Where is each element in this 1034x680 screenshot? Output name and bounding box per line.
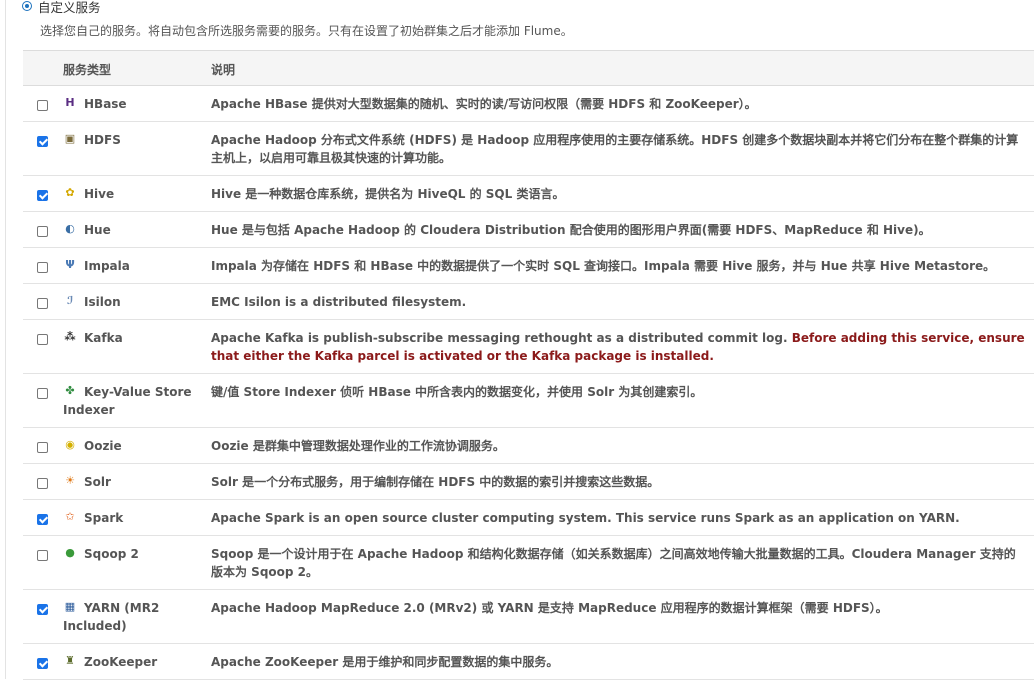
- service-checkbox[interactable]: [37, 478, 48, 489]
- service-description-text: Sqoop 是一个设计用于在 Apache Hadoop 和结构化数据存储（如关…: [211, 547, 1016, 579]
- hdfs-icon: ▣: [64, 131, 76, 145]
- table-row: HBase H Apache HBase 提供对大型数据集的随机、实时的读/写访问权…: [23, 86, 1034, 122]
- oozie-icon: ◉: [65, 437, 75, 451]
- service-name: Isilon: [84, 295, 121, 309]
- table-row: YARN (MR2 Included) ▦ Apache Hadoop MapRed…: [23, 590, 1034, 644]
- table-row: ZooKeeper ♜ Apache ZooKeeper 是用于维护和同步配置数据的…: [23, 644, 1034, 680]
- service-name: Kafka: [84, 331, 123, 345]
- service-description: EMC Isilon is a distributed filesystem.: [211, 293, 1026, 311]
- service-checkbox[interactable]: [37, 514, 48, 525]
- left-border: [5, 0, 6, 679]
- service-name: Hive: [84, 187, 115, 201]
- service-description: Oozie 是群集中管理数据处理作业的工作流协调服务。: [211, 437, 1026, 455]
- service-name: Hue: [84, 223, 111, 237]
- column-header-description: 说明: [211, 63, 236, 77]
- service-description: Hive 是一种数据仓库系统，提供名为 HiveQL 的 SQL 类语言。: [211, 185, 1026, 203]
- yarn-icon: ▦: [64, 599, 76, 613]
- table-row: Solr ☀ Solr 是一个分布式服务，用于编制存储在 HDFS 中的数据的索引并…: [23, 464, 1034, 500]
- table-row: Sqoop 2 ● Sqoop 是一个设计用于在 Apache Hadoop 和结构…: [23, 536, 1034, 590]
- impala-icon: Ψ: [65, 257, 75, 271]
- service-name: ZooKeeper: [84, 655, 158, 669]
- service-checkbox[interactable]: [37, 334, 48, 345]
- table-header: 服务类型 说明: [23, 51, 1034, 86]
- key-value-store-icon: ✤: [65, 383, 75, 397]
- table-row: Hue ◐ Hue 是与包括 Apache Hadoop 的 Cloudera Di…: [23, 212, 1034, 248]
- service-checkbox[interactable]: [37, 136, 48, 147]
- service-description-text: Solr 是一个分布式服务，用于编制存储在 HDFS 中的数据的索引并搜索这些数…: [211, 475, 660, 489]
- service-checkbox[interactable]: [37, 604, 48, 615]
- custom-services-description: 选择您自己的服务。将自动包含所选服务需要的服务。只有在设置了初始群集之后才能添加…: [40, 24, 573, 38]
- table-row: Oozie ◉ Oozie 是群集中管理数据处理作业的工作流协调服务。: [23, 428, 1034, 464]
- hue-icon: ◐: [65, 221, 75, 235]
- solr-icon: ☀: [65, 473, 75, 487]
- service-description-text: Apache Hadoop MapReduce 2.0 (MRv2) 或 YAR…: [211, 601, 888, 615]
- table-row: Key-Value Store Indexer ✤ 键/值 Store Indexe…: [23, 374, 1034, 428]
- service-name: Key-Value Store Indexer: [63, 385, 192, 417]
- service-checkbox[interactable]: [37, 442, 48, 453]
- service-checkbox[interactable]: [37, 550, 48, 561]
- table-row: Spark ✩ Apache Spark is an open source clu…: [23, 500, 1034, 536]
- service-name: HBase: [84, 97, 127, 111]
- service-name: HDFS: [84, 133, 121, 147]
- service-description-text: Hive 是一种数据仓库系统，提供名为 HiveQL 的 SQL 类语言。: [211, 187, 565, 201]
- service-description-text: Hue 是与包括 Apache Hadoop 的 Cloudera Distri…: [211, 223, 931, 237]
- service-name: YARN (MR2 Included): [63, 601, 160, 633]
- service-description-text: 键/值 Store Indexer 侦听 HBase 中所含表内的数据变化，并使…: [211, 385, 703, 399]
- sqoop-icon: ●: [65, 545, 75, 559]
- service-name: Solr: [84, 475, 111, 489]
- custom-services-option[interactable]: 自定义服务: [22, 0, 101, 15]
- isilon-icon: ℐ: [66, 293, 74, 307]
- service-description: Apache HBase 提供对大型数据集的随机、实时的读/写访问权限（需要 H…: [211, 95, 1026, 113]
- table-row: HDFS ▣ Apache Hadoop 分布式文件系统 (HDFS) 是 Hado…: [23, 122, 1034, 176]
- service-description: Impala 为存储在 HDFS 和 HBase 中的数据提供了一个实时 SQL…: [211, 257, 1026, 275]
- service-checkbox[interactable]: [37, 100, 48, 111]
- service-checkbox[interactable]: [37, 298, 48, 309]
- table-row: Kafka ⁂ Apache Kafka is publish-subscribe …: [23, 320, 1034, 374]
- service-name: Impala: [84, 259, 130, 273]
- hive-icon: ✿: [65, 185, 75, 199]
- service-description-text: Apache Hadoop 分布式文件系统 (HDFS) 是 Hadoop 应用…: [211, 133, 1019, 165]
- service-description: 键/值 Store Indexer 侦听 HBase 中所含表内的数据变化，并使…: [211, 383, 1026, 401]
- service-description: Apache ZooKeeper 是用于维护和同步配置数据的集中服务。: [211, 653, 1026, 671]
- service-description-text: Apache Kafka is publish-subscribe messag…: [211, 331, 792, 345]
- service-checkbox[interactable]: [37, 190, 48, 201]
- service-description-text: Apache HBase 提供对大型数据集的随机、实时的读/写访问权限（需要 H…: [211, 97, 757, 111]
- service-name: Spark: [84, 511, 124, 525]
- custom-services-radio[interactable]: [22, 1, 32, 11]
- services-table: 服务类型 说明 HBase H Apache HBase 提供对大型数据集的随机、实…: [23, 50, 1034, 680]
- table-body: HBase H Apache HBase 提供对大型数据集的随机、实时的读/写访问权…: [23, 86, 1034, 680]
- kafka-icon: ⁂: [64, 329, 76, 343]
- service-description: Apache Hadoop MapReduce 2.0 (MRv2) 或 YAR…: [211, 599, 1026, 617]
- zookeeper-icon: ♜: [65, 653, 75, 667]
- service-name: Sqoop 2: [84, 547, 139, 561]
- service-checkbox[interactable]: [37, 388, 48, 399]
- service-description: Apache Spark is an open source cluster c…: [211, 509, 1026, 527]
- table-row: Impala Ψ Impala 为存储在 HDFS 和 HBase 中的数据提供了一…: [23, 248, 1034, 284]
- service-checkbox[interactable]: [37, 658, 48, 669]
- service-name: Oozie: [84, 439, 122, 453]
- service-description: Solr 是一个分布式服务，用于编制存储在 HDFS 中的数据的索引并搜索这些数…: [211, 473, 1026, 491]
- table-row: Hive ✿ Hive 是一种数据仓库系统，提供名为 HiveQL 的 SQL 类语…: [23, 176, 1034, 212]
- service-description-text: Apache ZooKeeper 是用于维护和同步配置数据的集中服务。: [211, 655, 559, 669]
- service-description-text: EMC Isilon is a distributed filesystem.: [211, 295, 467, 309]
- service-description: Hue 是与包括 Apache Hadoop 的 Cloudera Distri…: [211, 221, 1026, 239]
- service-description-text: Oozie 是群集中管理数据处理作业的工作流协调服务。: [211, 439, 505, 453]
- service-description: Sqoop 是一个设计用于在 Apache Hadoop 和结构化数据存储（如关…: [211, 545, 1026, 581]
- spark-icon: ✩: [65, 509, 75, 523]
- service-checkbox[interactable]: [37, 226, 48, 237]
- table-row: Isilon ℐ EMC Isilon is a distributed files…: [23, 284, 1034, 320]
- column-header-service-type: 服务类型: [63, 63, 112, 77]
- service-description: Apache Hadoop 分布式文件系统 (HDFS) 是 Hadoop 应用…: [211, 131, 1026, 167]
- service-description: Apache Kafka is publish-subscribe messag…: [211, 329, 1026, 365]
- service-checkbox[interactable]: [37, 262, 48, 273]
- service-description-text: Impala 为存储在 HDFS 和 HBase 中的数据提供了一个实时 SQL…: [211, 259, 996, 273]
- custom-services-label: 自定义服务: [38, 0, 101, 15]
- hbase-icon: H: [65, 95, 75, 109]
- service-description-text: Apache Spark is an open source cluster c…: [211, 511, 960, 525]
